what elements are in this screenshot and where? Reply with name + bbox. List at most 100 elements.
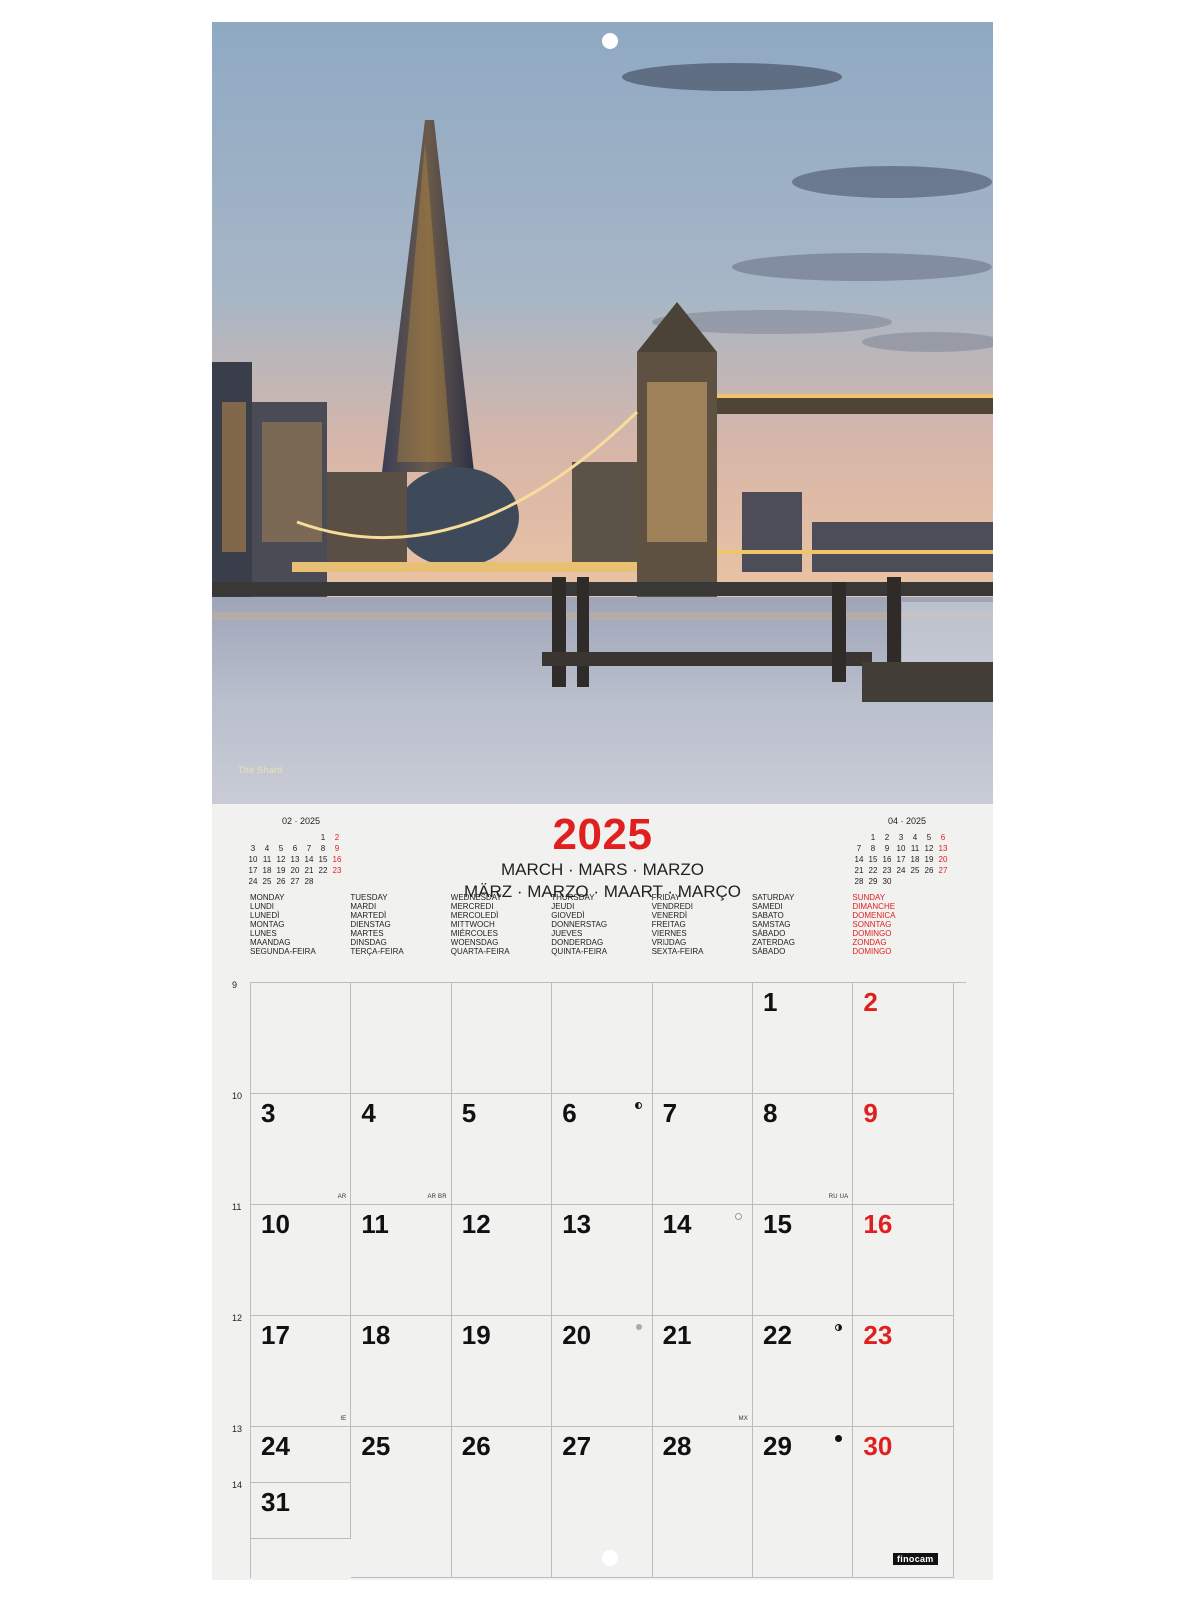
day-cell[interactable]: 18 (351, 1316, 452, 1427)
day-cell[interactable]: 24 (251, 1427, 352, 1483)
day-number: 19 (461, 1320, 491, 1350)
day-cell[interactable]: 20 (552, 1316, 653, 1427)
day-number: 12 (461, 1209, 491, 1239)
day-number: 13 (562, 1209, 592, 1239)
weekday-name: DONDERDAG (551, 938, 604, 947)
day-cell[interactable]: 1 (753, 983, 854, 1094)
day-cell[interactable]: 13 (552, 1205, 653, 1316)
day-cell[interactable]: 7 (652, 1094, 753, 1205)
weekday-name: GIOVEDÌ (551, 911, 585, 920)
weekday-name: QUINTA-FEIRA (551, 947, 608, 956)
mini-day: 29 (868, 877, 878, 886)
weekday-name: LUNEDÌ (250, 911, 280, 920)
weekday-name: WEDNESDAY (450, 893, 502, 902)
week-number: 12 (232, 1313, 243, 1323)
day-cell[interactable]: 2 (853, 983, 954, 1094)
weekday-name: SAMSTAG (752, 920, 791, 929)
weekday-name: VENDREDI (651, 902, 693, 911)
weekday-name: SABATO (752, 911, 784, 920)
day-number: 7 (662, 1098, 678, 1128)
day-number: 20 (562, 1320, 592, 1350)
day-cell[interactable]: 19 (451, 1316, 553, 1427)
mini-day: 1 (870, 833, 876, 842)
hanger-hole (602, 33, 618, 49)
weekday-name: FREITAG (651, 920, 686, 929)
day-cell[interactable]: 8 RU UA (753, 1094, 854, 1205)
weekday-name: MITTWOCH (450, 920, 495, 929)
day-cell[interactable]: 16 (853, 1205, 954, 1316)
day-cell[interactable]: 26 (451, 1427, 553, 1578)
day-cell[interactable]: 23 (853, 1316, 954, 1427)
day-cell[interactable]: 15 (753, 1205, 854, 1316)
cover-photo: The Shard (212, 22, 993, 804)
day-cell[interactable]: 31 (251, 1483, 352, 1539)
day-cell[interactable]: 25 (351, 1427, 452, 1578)
mini-day: 12 (924, 844, 934, 853)
day-number: 15 (763, 1209, 792, 1239)
weekday-name: SÁBADO (752, 947, 786, 956)
last-quarter-icon (835, 1324, 843, 1331)
day-cell[interactable]: 3 AR (251, 1094, 352, 1205)
day-cell[interactable]: 4 AR BR (351, 1094, 452, 1205)
day-number: 22 (763, 1320, 792, 1350)
weekday-name: VIERNES (651, 929, 687, 938)
weekday-header: TUESDAY MARDI MARTEDÌ DIENSTAG MARTES DINSDAG… (350, 893, 450, 956)
mini-next-grid: 1 2 3 4 5 6 7 8 9 10 11 12 13 14 15 16 17 18 19 20 21 22 23 24 2… (852, 832, 962, 887)
mini-day (936, 876, 950, 887)
day-number: 23 (863, 1320, 893, 1350)
weekday-name: MARTES (350, 929, 384, 938)
day-number: 10 (261, 1209, 290, 1239)
mini-day: 2 (884, 833, 890, 842)
weekday-name: DONNERSTAG (551, 920, 608, 929)
weekday-name: MONTAG (250, 920, 285, 929)
weekday-name: LUNDI (250, 902, 275, 911)
weekday-header: SATURDAY SAMEDI SABATO SAMSTAG SÁBADO ZATERDA… (752, 893, 852, 956)
day-number: 30 (863, 1431, 893, 1461)
weekday-header: THURSDAY JEUDI GIOVEDÌ DONNERSTAG JUEVES DOND… (551, 893, 651, 956)
day-number: 21 (662, 1320, 692, 1350)
day-cell[interactable]: 14 (652, 1205, 753, 1316)
mini-day: 28 (854, 877, 864, 886)
day-cell[interactable]: 22 (753, 1316, 854, 1427)
empty-day-cell (552, 983, 653, 1094)
weekday-name: VENERDÌ (651, 911, 688, 920)
weekday-name: SAMEDI (752, 902, 783, 911)
weekday-name: JUEVES (551, 929, 583, 938)
day-number: 6 (562, 1098, 577, 1128)
weekday-name: MONDAY (250, 893, 285, 902)
day-cell[interactable]: 21 MX (652, 1316, 753, 1427)
mini-day: 24 (896, 866, 906, 875)
day-cell[interactable]: 5 (451, 1094, 553, 1205)
day-cell[interactable]: 6 (552, 1094, 653, 1205)
mini-day: 10 (896, 844, 906, 853)
day-cell[interactable]: 9 (853, 1094, 954, 1205)
mini-day: 23 (882, 866, 892, 875)
weekday-name: ZATERDAG (752, 938, 795, 947)
day-cell[interactable]: 17 IE (251, 1316, 352, 1427)
day-cell[interactable]: 11 (351, 1205, 452, 1316)
day-number: 29 (763, 1431, 792, 1461)
weekday-name: JEUDI (551, 902, 575, 911)
day-cell[interactable]: 27 (552, 1427, 653, 1578)
week-number: 10 (232, 1091, 243, 1101)
day-cell[interactable]: 28 (652, 1427, 753, 1578)
day-number: 14 (662, 1209, 692, 1239)
weekday-name: MERCOLEDÌ (450, 911, 499, 920)
day-cell[interactable]: 12 (451, 1205, 553, 1316)
day-cell[interactable]: 10 (251, 1205, 352, 1316)
week-number: 13 (232, 1424, 243, 1434)
day-number: 31 (261, 1487, 290, 1517)
mini-day: 22 (868, 866, 878, 875)
day-number: 4 (361, 1098, 376, 1128)
day-number: 26 (461, 1431, 491, 1461)
mini-day: 13 (938, 844, 948, 853)
mini-day: 25 (910, 866, 920, 875)
weekday-name: DINSDAG (350, 938, 387, 947)
day-number: 18 (361, 1320, 391, 1350)
weekday-name: TERÇA-FEIRA (350, 947, 404, 956)
weekday-name: FRIDAY (651, 893, 681, 902)
photo-caption: The Shard (238, 765, 283, 775)
weekday-name: MARTEDÌ (350, 911, 387, 920)
mini-day: 21 (854, 866, 864, 875)
day-cell[interactable]: 29 (753, 1427, 854, 1578)
